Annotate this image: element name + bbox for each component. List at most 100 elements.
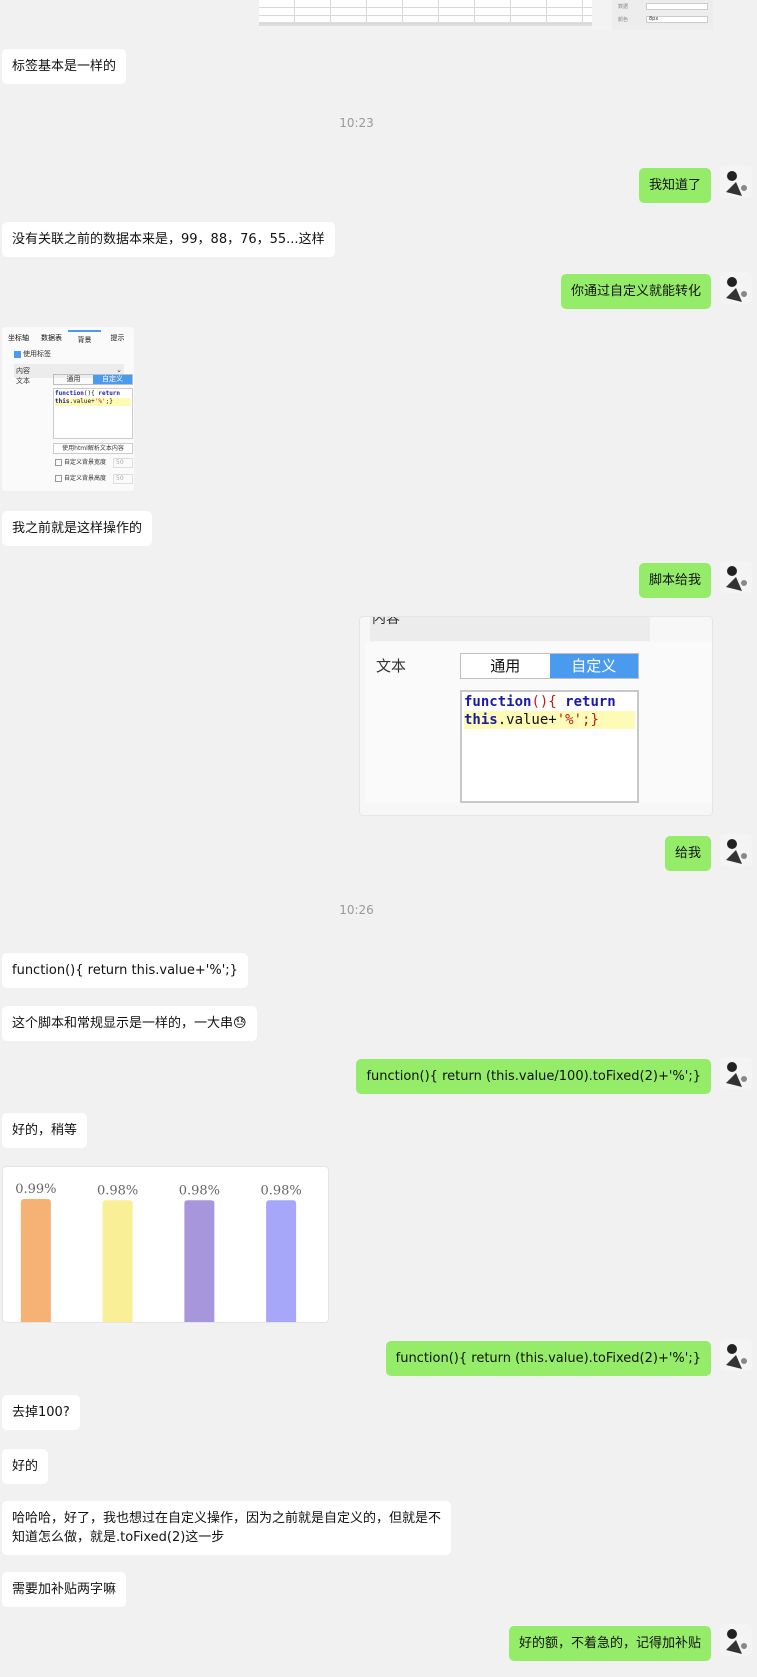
seg-custom[interactable]: 自定义 bbox=[549, 654, 638, 678]
avatar[interactable] bbox=[720, 1624, 752, 1656]
message-bubble-6: 脚本给我 bbox=[638, 563, 711, 598]
bg-height-checkbox[interactable] bbox=[55, 475, 62, 482]
message-bubble-16: 需要加补贴两字嘛 bbox=[2, 1572, 127, 1607]
tab-datatable[interactable]: 数据表 bbox=[35, 330, 68, 348]
tab-background[interactable]: 背景 bbox=[68, 330, 101, 348]
bar-chart-image[interactable]: 0.99% 0.98% 0.98% 0.98% bbox=[2, 1166, 329, 1323]
avatar[interactable] bbox=[720, 1339, 752, 1371]
code-token: return bbox=[98, 390, 121, 397]
bg-width-row[interactable]: 自定义背景宽度 bbox=[55, 458, 106, 467]
code-token: (){ bbox=[531, 694, 566, 710]
avatar[interactable] bbox=[720, 166, 752, 198]
html-parse-button[interactable]: 使用html解析文本内容 bbox=[53, 443, 133, 454]
message-bubble-5: 我之前就是这样操作的 bbox=[2, 511, 153, 546]
code-token: (){ bbox=[83, 390, 99, 397]
content-label: 内容 bbox=[16, 367, 30, 375]
code-token: this bbox=[464, 712, 498, 728]
snippet-input2[interactable]: 8px bbox=[646, 16, 708, 23]
collapse-icon: ⌄ bbox=[116, 366, 122, 374]
avatar-icon bbox=[720, 1339, 752, 1371]
bg-width-checkbox[interactable] bbox=[55, 459, 62, 466]
chart-bar bbox=[266, 1200, 297, 1322]
seg-general[interactable]: 通用 bbox=[54, 375, 93, 384]
code-token: '%' bbox=[94, 398, 106, 405]
code-token: this bbox=[55, 398, 70, 405]
message-text: 这个脚本和常规显示是一样的，一大串 bbox=[12, 1016, 234, 1031]
chart-bar bbox=[20, 1199, 51, 1322]
avatar-icon bbox=[720, 1057, 752, 1089]
chart-data-label: 0.99% bbox=[15, 1182, 56, 1197]
code-editor[interactable]: function(){ return this.value+'%';} bbox=[460, 690, 639, 803]
seg-general[interactable]: 通用 bbox=[461, 654, 550, 678]
snippet-input1[interactable] bbox=[646, 3, 708, 10]
message-bubble-17: 好的额，不着急的，记得加补贴 bbox=[508, 1626, 711, 1661]
snippet-row2: 颜色 bbox=[618, 17, 629, 23]
bg-height-row[interactable]: 自定义背景高度 bbox=[55, 474, 106, 483]
message-bubble-15: 哈哈哈，好了，我也想过在自定义操作，因为之前就是自定义的，但就是不 知道怎么做，… bbox=[2, 1501, 452, 1555]
snippet-grid-lines bbox=[259, 0, 592, 26]
top-screenshot-snippet: 数据 颜色 8px bbox=[259, 0, 713, 30]
avatar[interactable] bbox=[720, 272, 752, 304]
code-line-2: this.value+'%';} bbox=[464, 711, 635, 729]
bg-height-label: 自定义背景高度 bbox=[64, 475, 107, 482]
snippet-row1: 数据 bbox=[618, 4, 629, 10]
text-label: 文本 bbox=[16, 377, 30, 385]
chart-data-label: 0.98% bbox=[179, 1183, 220, 1198]
code-token: .value+ bbox=[69, 398, 95, 405]
settings-tabs: 坐标轴 数据表 背景 提示 bbox=[2, 330, 134, 348]
message-bubble-7: 给我 bbox=[664, 836, 711, 871]
text-mode-toggle[interactable]: 通用 自定义 bbox=[460, 653, 639, 679]
snippet-side-panel: 数据 颜色 8px bbox=[612, 0, 713, 30]
code-line-1: function(){ return bbox=[55, 390, 131, 398]
tab-tooltip[interactable]: 提示 bbox=[101, 330, 134, 348]
message-bubble-8: function(){ return this.value+'%';} bbox=[2, 953, 248, 988]
code-token: function bbox=[464, 694, 532, 710]
message-bubble-3: 没有关联之前的数据本来是，99，88，76，55...这样 bbox=[2, 222, 335, 257]
settings-panel-image[interactable]: 坐标轴 数据表 背景 提示 使用标签 内容 ⌄ 文本 通用 自定义 functi… bbox=[2, 327, 134, 491]
chart-bar bbox=[184, 1200, 215, 1322]
avatar-icon bbox=[720, 561, 752, 593]
chart-data-label: 0.98% bbox=[97, 1183, 138, 1198]
message-bubble-4: 你通过自定义就能转化 bbox=[560, 274, 711, 309]
avatar-icon bbox=[720, 1624, 752, 1656]
message-bubble-14: 好的 bbox=[2, 1449, 49, 1484]
use-label-row[interactable]: 使用标签 bbox=[2, 348, 134, 360]
code-token: function bbox=[55, 390, 84, 397]
chart-data-label: 0.98% bbox=[260, 1183, 301, 1198]
zoomed-code-image[interactable]: 内容 文本 通用 自定义 function(){ return this.val… bbox=[359, 616, 713, 816]
message-bubble-13: 去掉100? bbox=[2, 1395, 80, 1430]
message-bubble-9: 这个脚本和常规显示是一样的，一大串😓 bbox=[2, 1006, 257, 1041]
seg-custom[interactable]: 自定义 bbox=[93, 375, 132, 384]
content-section-header: 内容 bbox=[370, 617, 650, 641]
bg-height-input[interactable]: 50 bbox=[113, 474, 133, 484]
message-bubble-1: 标签基本是一样的 bbox=[2, 49, 127, 84]
avatar[interactable] bbox=[720, 1057, 752, 1089]
bar-chart: 0.99% 0.98% 0.98% 0.98% bbox=[15, 1182, 302, 1322]
avatar-icon bbox=[720, 834, 752, 866]
code-line-1: function(){ return bbox=[464, 693, 635, 711]
code-editor[interactable]: function(){ return this.value+'%';} bbox=[53, 388, 133, 439]
use-label-checkbox[interactable] bbox=[14, 350, 21, 358]
message-line-2: 知道怎么做，就是.toFixed(2)这一步 bbox=[12, 1530, 225, 1545]
bg-width-label: 自定义背景宽度 bbox=[64, 459, 107, 466]
message-bubble-10: function(){ return (this.value/100).toFi… bbox=[356, 1059, 711, 1094]
code-token: return bbox=[565, 694, 616, 710]
use-label-text: 使用标签 bbox=[23, 350, 51, 358]
message-bubble-12: function(){ return (this.value).toFixed(… bbox=[385, 1341, 711, 1376]
bg-width-input[interactable]: 50 bbox=[113, 458, 133, 468]
chart-bar bbox=[102, 1200, 133, 1322]
sweat-emoji-icon: 😓 bbox=[233, 1016, 247, 1031]
message-line-1: 哈哈哈，好了，我也想过在自定义操作，因为之前就是自定义的，但就是不 bbox=[12, 1511, 442, 1526]
timestamp-1: 10:23 bbox=[339, 116, 374, 130]
text-label: 文本 bbox=[376, 657, 407, 675]
text-mode-toggle[interactable]: 通用 自定义 bbox=[53, 374, 133, 385]
avatar-icon bbox=[720, 272, 752, 304]
timestamp-2: 10:26 bbox=[339, 903, 374, 917]
avatar[interactable] bbox=[720, 834, 752, 866]
code-token: ;} bbox=[105, 398, 113, 405]
code-token: .value+ bbox=[497, 712, 557, 728]
avatar[interactable] bbox=[720, 561, 752, 593]
tab-axis[interactable]: 坐标轴 bbox=[2, 330, 35, 348]
code-token: '%' bbox=[556, 712, 583, 728]
message-bubble-2: 我知道了 bbox=[638, 168, 711, 203]
